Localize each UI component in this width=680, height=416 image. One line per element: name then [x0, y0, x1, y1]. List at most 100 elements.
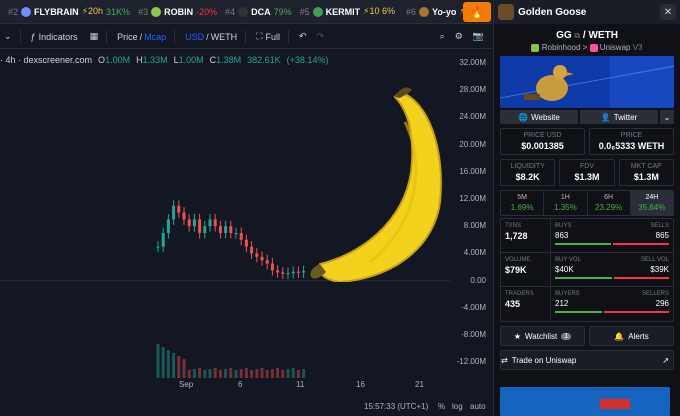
- star-icon: ★: [513, 331, 522, 341]
- candle-body: [213, 219, 217, 227]
- copy-icon[interactable]: ⧉: [574, 31, 580, 40]
- chain-name[interactable]: Robinhood: [542, 43, 581, 52]
- website-link[interactable]: 🌐 Website: [500, 110, 578, 124]
- y-tick-label: 4.00M: [463, 248, 486, 258]
- chain-icon: [531, 43, 540, 52]
- fullscreen-icon: ⛶: [256, 31, 263, 41]
- liquidity-value: $8.2K: [515, 172, 540, 182]
- twitter-icon: 👤: [600, 112, 611, 122]
- volume-bar: [172, 353, 176, 378]
- stats-table: TXNS 1,728 BUYS SELLS 863 865 VOLUME $79K BU…: [500, 218, 674, 322]
- tab-value: 1.69%: [510, 203, 534, 212]
- alerts-button[interactable]: 🔔 Alerts: [589, 326, 674, 346]
- x-tick-label: 6: [238, 380, 243, 389]
- tab-value: 35.64%: [638, 203, 666, 212]
- tab-1h[interactable]: 1H 1.35%: [544, 191, 588, 215]
- trade-button[interactable]: ⇄ Trade on Uniswap ↗: [500, 350, 674, 370]
- ticker-item[interactable]: #3 ROBIN -20%: [138, 6, 218, 17]
- price-mcap-toggle[interactable]: Price / Mcap: [117, 32, 166, 42]
- price-chart[interactable]: · 4h · dexscreener.com O1.00M H1.33M L1.…: [0, 50, 492, 416]
- token-avatar: [498, 4, 514, 20]
- y-tick-label: 20.00M: [459, 139, 486, 149]
- candle-body: [244, 239, 248, 247]
- candle-body: [281, 272, 285, 274]
- token-banner: [500, 56, 674, 108]
- volume-bar: [156, 344, 160, 378]
- dex-name[interactable]: Uniswap: [600, 43, 631, 52]
- log-toggle[interactable]: log: [452, 402, 463, 411]
- ticker-item[interactable]: #5 KERMIT ⚡10 6%: [300, 6, 398, 17]
- candle-body: [166, 219, 170, 233]
- toolbar-right: ⌕ ⚙ 📷: [440, 31, 484, 42]
- sells-value: 865: [655, 231, 669, 240]
- social-links: 🌐 Website 👤 Twitter ⌄: [500, 110, 674, 124]
- settings-gear-icon[interactable]: ⚙: [455, 31, 463, 42]
- x-tick-label: Sep: [179, 380, 194, 389]
- volume-bar: [276, 368, 280, 378]
- volume-bar: [250, 370, 254, 378]
- redo-icon[interactable]: ↷: [317, 31, 325, 42]
- traders-bar: [555, 311, 669, 313]
- chevron-down-icon: ⌄: [663, 112, 671, 122]
- banner-image: [500, 56, 674, 108]
- volume-bar: [187, 370, 191, 378]
- watchlist-button[interactable]: ★ Watchlist 1: [500, 326, 585, 346]
- drawing-tools-icon[interactable]: ⌕: [440, 31, 445, 42]
- price-weth-box: PRICE 0.0₆5333 WETH: [589, 128, 674, 155]
- volume-bar: [203, 370, 207, 378]
- tab-5m[interactable]: 5M 1.69%: [501, 191, 545, 215]
- tab-label: 24H: [645, 194, 659, 201]
- traders-label: TRADERS: [505, 291, 534, 297]
- undo-icon[interactable]: ↶: [299, 31, 307, 42]
- timeframe-tabs: 5M 1.69% 1H 1.35% 6H 23.29% 24H 35.64%: [500, 190, 674, 216]
- camera-icon[interactable]: 📷: [473, 31, 484, 42]
- token-icon: [151, 6, 162, 17]
- tab-6h[interactable]: 6H 23.29%: [588, 191, 631, 215]
- y-tick-label: 24.00M: [459, 112, 486, 122]
- currency-toggle[interactable]: USD / WETH: [185, 32, 237, 42]
- sellvol-label: SELL VOL: [640, 257, 669, 263]
- x-tick-label: 11: [296, 380, 305, 389]
- volume-bar: [229, 368, 233, 378]
- liquidity-box: LIQUIDITY $8.2K: [500, 159, 556, 186]
- divider: [106, 29, 108, 44]
- timeframe-dropdown-icon[interactable]: ⌄: [4, 31, 12, 42]
- sellers-label: SELLERS: [641, 291, 669, 297]
- close-panel-button[interactable]: ✕: [660, 4, 676, 20]
- ticker-symbol: Yo-yo: [432, 6, 457, 17]
- sponsored-banner[interactable]: [500, 387, 670, 416]
- volume-bar: [166, 350, 170, 378]
- ticker-item[interactable]: #4 DCA 79%: [225, 6, 292, 17]
- divider: [288, 29, 290, 44]
- full-button[interactable]: ⛶ Full: [256, 31, 280, 42]
- layouts-icon[interactable]: ▦: [90, 31, 99, 42]
- usd-label: USD: [185, 31, 205, 42]
- chart-toolbar: ⌄ ƒ Indicators ▦ Price / Mcap USD / WETH ⛶ Ful…: [0, 25, 492, 49]
- y-tick-label: 32.00M: [459, 58, 486, 67]
- twitter-link[interactable]: 👤 Twitter: [580, 110, 658, 124]
- app-root: #2 FLYBRAIN ⚡20h 31K% #3 ROBIN -20% #4 DCA 79% #5 K…: [0, 0, 680, 416]
- close-icon: ✕: [663, 6, 673, 18]
- indicators-button[interactable]: ƒ Indicators: [31, 32, 78, 42]
- bell-icon: 🔔: [614, 331, 625, 341]
- candle-body: [218, 226, 222, 233]
- dex-version: V3: [632, 43, 643, 52]
- tab-24h[interactable]: 24H 35.64%: [630, 191, 673, 215]
- volume-bar: [291, 368, 295, 378]
- price-usd-box: PRICE USD $0.001385: [500, 128, 585, 155]
- volume-bar: [177, 356, 181, 378]
- fire-icon: 🔥: [470, 6, 484, 19]
- percent-toggle[interactable]: %: [438, 402, 445, 411]
- auto-toggle[interactable]: auto: [470, 402, 486, 411]
- more-links-button[interactable]: ⌄: [660, 110, 674, 124]
- ticker-item[interactable]: #2 FLYBRAIN ⚡20h 31K%: [8, 6, 130, 17]
- pair-title: GG ⧉ / WETH: [494, 30, 680, 41]
- x-tick-label: 21: [415, 380, 424, 389]
- fire-button[interactable]: 🔥: [463, 2, 491, 22]
- ticker-symbol: ROBIN: [164, 6, 194, 17]
- volume-bar: [260, 368, 264, 378]
- ticker-change: -20%: [196, 6, 218, 17]
- ticker-change: 79%: [273, 6, 292, 17]
- candle-body: [161, 233, 165, 247]
- price-label: Price: [117, 31, 138, 42]
